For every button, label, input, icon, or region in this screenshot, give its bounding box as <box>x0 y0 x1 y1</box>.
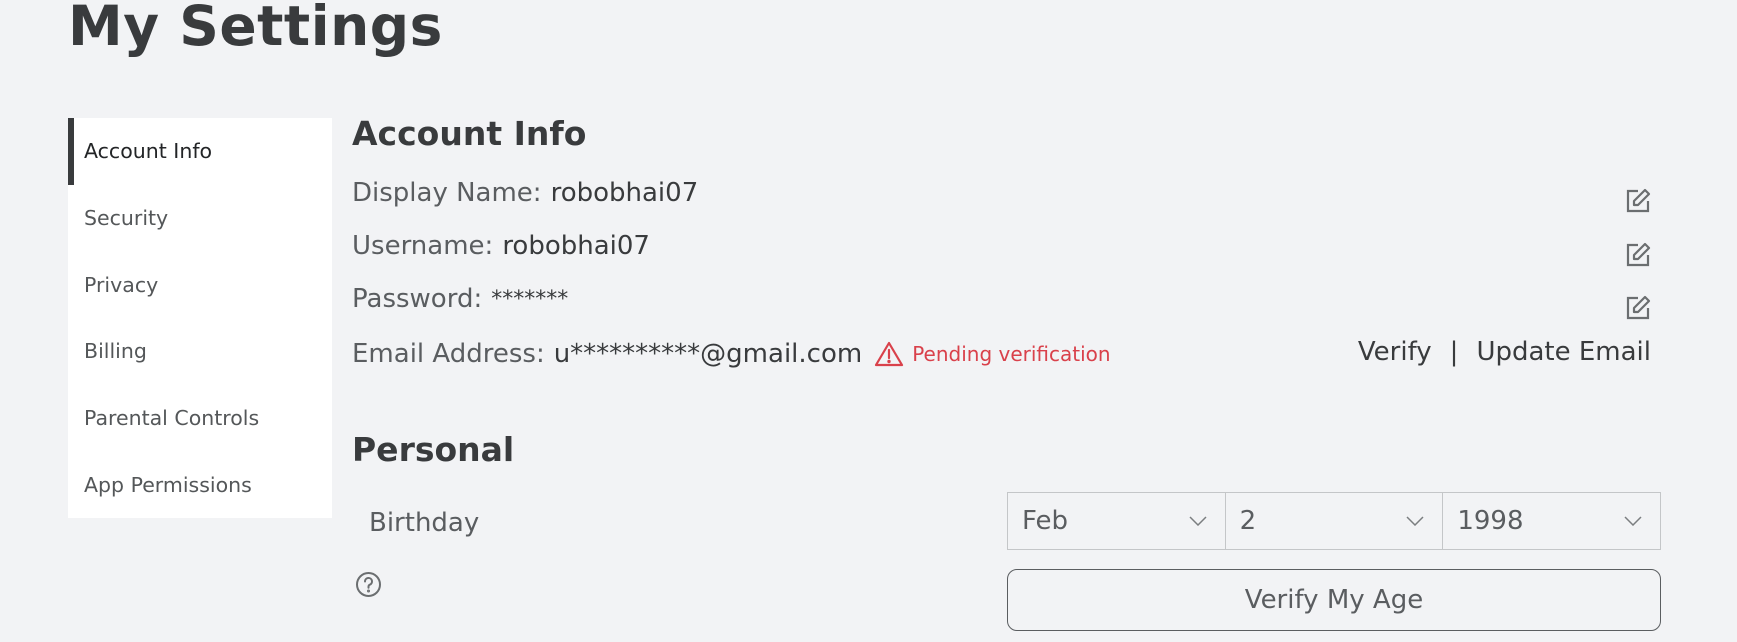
username-label: Username: <box>352 231 494 261</box>
birth-day-value: 2 <box>1239 506 1257 536</box>
display-name-value: robobhai07 <box>550 178 699 208</box>
settings-page: My Settings Account Info Security Privac… <box>0 0 1737 642</box>
sidebar-item-security[interactable]: Security <box>68 185 332 252</box>
email-label: Email Address: <box>352 339 545 369</box>
sidebar-item-label: Parental Controls <box>84 406 260 431</box>
main-content: Account Info Display Name: robobhai07 Us… <box>352 0 1672 642</box>
birth-year-value: 1998 <box>1457 506 1524 536</box>
email-actions: Verify | Update Email <box>1358 337 1651 367</box>
verify-my-age-button[interactable]: Verify My Age <box>1007 569 1661 631</box>
password-row: Password: ******* <box>352 284 568 314</box>
birth-month-value: Feb <box>1022 506 1069 536</box>
password-value: ******* <box>491 286 569 312</box>
update-email-link[interactable]: Update Email <box>1476 337 1651 367</box>
birthday-selector: Feb 2 1998 <box>1007 492 1661 550</box>
question-circle-icon[interactable] <box>355 571 382 598</box>
pending-verification-badge: Pending verification <box>874 341 1111 367</box>
display-name-label: Display Name: <box>352 178 542 208</box>
sidebar-item-billing[interactable]: Billing <box>68 318 332 385</box>
sidebar-item-label: Security <box>84 206 169 231</box>
sidebar-item-parental-controls[interactable]: Parental Controls <box>68 385 332 452</box>
sidebar-item-label: Privacy <box>84 272 159 297</box>
display-name-row: Display Name: robobhai07 <box>352 178 698 208</box>
username-value: robobhai07 <box>502 231 650 261</box>
sidebar-item-privacy[interactable]: Privacy <box>68 251 332 318</box>
sidebar-item-account-info[interactable]: Account Info <box>68 118 332 185</box>
settings-sidebar: Account Info Security Privacy Billing Pa… <box>68 118 332 518</box>
edit-icon[interactable] <box>1624 241 1652 269</box>
birth-day-dropdown[interactable]: 2 <box>1224 493 1443 549</box>
edit-icon[interactable] <box>1624 294 1652 322</box>
warning-triangle-icon <box>875 341 904 367</box>
edit-icon[interactable] <box>1624 187 1652 215</box>
sidebar-item-label: App Permissions <box>84 472 252 497</box>
password-label: Password: <box>352 284 483 314</box>
account-info-heading: Account Info <box>352 114 587 153</box>
birthday-label: Birthday <box>369 508 480 538</box>
chevron-down-icon <box>1189 516 1207 526</box>
sidebar-item-label: Account Info <box>84 139 213 164</box>
birth-month-dropdown[interactable]: Feb <box>1008 493 1225 549</box>
personal-heading: Personal <box>352 430 515 469</box>
chevron-down-icon <box>1406 516 1424 526</box>
verify-email-link[interactable]: Verify <box>1358 337 1432 367</box>
username-row: Username: robobhai07 <box>352 231 650 261</box>
email-row: Email Address: u**********@gmail.com Pen… <box>352 339 1111 369</box>
sidebar-item-app-permissions[interactable]: App Permissions <box>68 451 332 518</box>
action-separator: | <box>1449 337 1459 367</box>
pending-verification-text: Pending verification <box>912 342 1111 366</box>
sidebar-item-label: Billing <box>84 339 147 364</box>
birth-year-dropdown[interactable]: 1998 <box>1442 493 1660 549</box>
email-value: u**********@gmail.com <box>553 339 863 369</box>
chevron-down-icon <box>1624 516 1642 526</box>
